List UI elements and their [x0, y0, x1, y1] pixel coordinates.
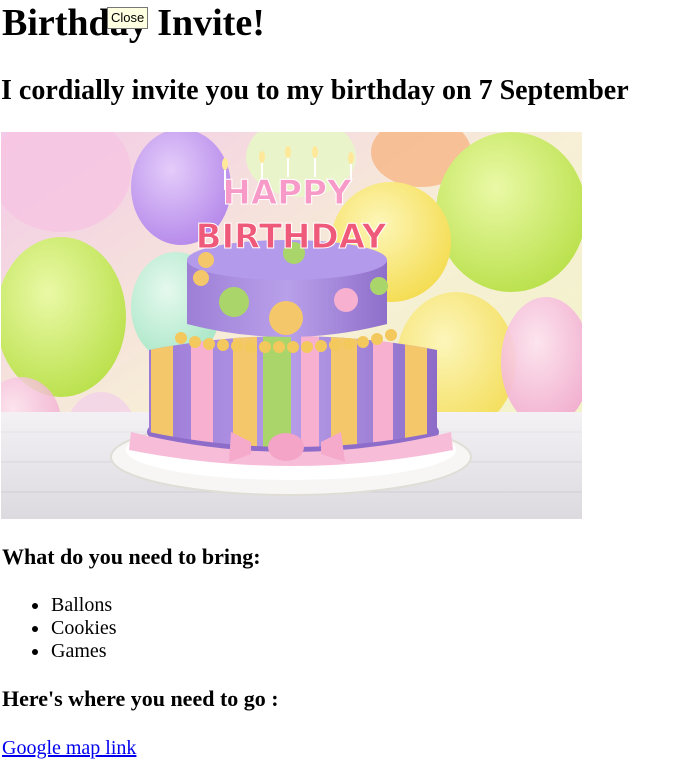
- bring-heading: What do you need to bring:: [2, 544, 261, 569]
- bring-list: Ballons Cookies Games: [0, 594, 117, 663]
- cake-birthday-letters: BIRTHDAY: [196, 217, 387, 257]
- page: Birthday Invite! Close I cordially invit…: [0, 0, 687, 778]
- invite-subtitle: I cordially invite you to my birthday on…: [1, 75, 629, 106]
- location-heading: Here's where you need to go :: [2, 686, 279, 711]
- birthday-cake-illustration: HAPPY BIRTHDAY: [1, 132, 582, 519]
- list-item: Games: [50, 640, 117, 663]
- close-tooltip: Close: [107, 7, 149, 29]
- list-item: Ballons: [50, 594, 117, 617]
- list-item: Cookies: [50, 617, 117, 640]
- cake-happy-letters: HAPPY: [222, 173, 352, 213]
- google-map-link[interactable]: Google map link: [2, 736, 136, 760]
- birthday-cake-image: HAPPY BIRTHDAY: [1, 132, 582, 519]
